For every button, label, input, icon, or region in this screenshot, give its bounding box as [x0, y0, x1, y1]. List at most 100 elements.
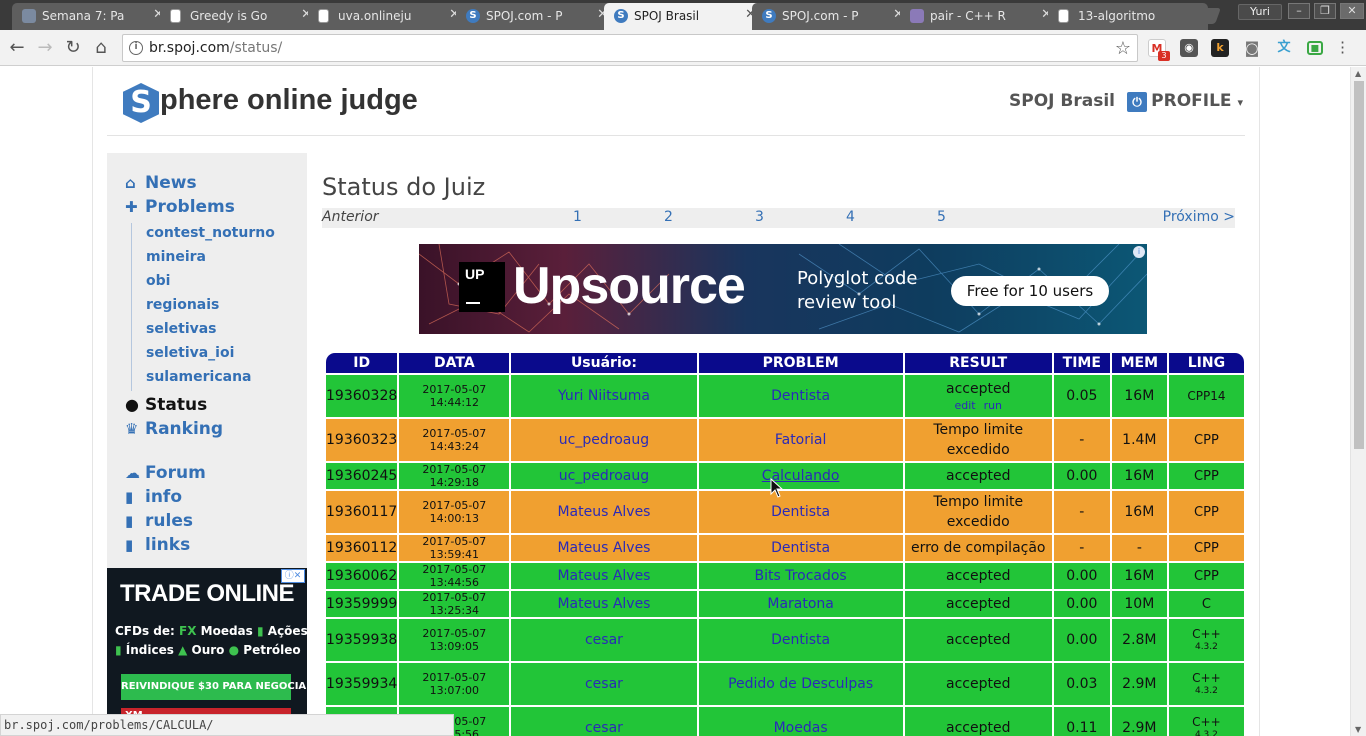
pager-page-5[interactable]: 5 — [937, 209, 946, 225]
submission-id[interactable]: 19360328 — [326, 375, 398, 417]
tv-extension-icon[interactable]: ▪ — [1307, 41, 1323, 55]
time-cell[interactable]: 0.00 — [1053, 591, 1110, 617]
submission-id[interactable]: 19359938 — [326, 619, 398, 661]
info-icon[interactable]: i — [129, 41, 143, 55]
problem-link[interactable]: Fatorial — [775, 432, 827, 448]
scroll-up-icon[interactable]: ▲ — [1355, 69, 1361, 78]
url-text[interactable]: br.spoj.com/status/ — [149, 40, 282, 56]
restore-button[interactable]: ❐ — [1314, 3, 1336, 19]
pager-page-2[interactable]: 2 — [664, 209, 673, 225]
user-link[interactable]: cesar — [585, 676, 623, 692]
adchoices-icon[interactable]: i — [1133, 246, 1145, 258]
browser-menu-icon[interactable]: · · · — [1340, 35, 1350, 61]
user-link[interactable]: Mateus Alves — [557, 540, 650, 556]
submission-id[interactable]: 19359999 — [326, 591, 398, 617]
submission-id[interactable]: 19360245 — [326, 463, 398, 489]
problem-link[interactable]: Dentista — [771, 504, 830, 520]
upsource-banner-ad[interactable]: UP Upsource Polyglot code review tool Fr… — [419, 244, 1147, 334]
problem-link[interactable]: Dentista — [771, 540, 830, 556]
profile-chip[interactable]: Yuri — [1238, 4, 1282, 20]
pager-page-4[interactable]: 4 — [846, 209, 855, 225]
browser-tab[interactable]: Semana 7: Pa ✕ — [12, 3, 172, 30]
memory-cell: 2.9M — [1111, 663, 1167, 705]
browser-tab[interactable]: uva.onlineju ✕ — [308, 3, 468, 30]
pager-next[interactable]: Próximo > — [1163, 209, 1235, 225]
sidebar-item-status[interactable]: ● Status — [125, 395, 207, 417]
close-window-button[interactable]: ✕ — [1340, 3, 1364, 19]
pager-page-3[interactable]: 3 — [755, 209, 764, 225]
time-cell[interactable]: 0.05 — [1053, 375, 1110, 417]
address-bar[interactable]: i br.spoj.com/status/ ☆ — [122, 34, 1138, 62]
memory-cell: - — [1111, 535, 1167, 561]
user-link[interactable]: cesar — [585, 632, 623, 648]
sidebar-item-problems[interactable]: ✚ Problems — [125, 197, 235, 219]
sidebar-item-seletivas[interactable]: seletivas — [132, 319, 281, 343]
browser-tab[interactable]: 13-algoritmo✕ — [1048, 3, 1208, 30]
user-link[interactable]: Mateus Alves — [557, 596, 650, 612]
pagination: Anterior 1 2 3 4 5 Próximo > — [322, 208, 1235, 228]
time-cell[interactable]: 0.00 — [1053, 463, 1110, 489]
problem-link[interactable]: Bits Trocados — [754, 568, 846, 584]
sidebar-item-seletiva_ioi[interactable]: seletiva_ioi — [132, 343, 281, 367]
browser-tab[interactable]: Greedy is Go ✕ — [160, 3, 320, 30]
tab-title: Semana 7: Pa — [42, 9, 125, 23]
reload-icon[interactable]: ↻ — [62, 37, 84, 59]
sidebar-item-sulamericana[interactable]: sulamericana — [132, 367, 281, 391]
sidebar-item-contest_noturno[interactable]: contest_noturno — [132, 223, 281, 247]
problem-link[interactable]: Maratona — [767, 596, 834, 612]
language-version: 4.3.2 — [1194, 730, 1218, 736]
browser-tab[interactable]: S SPOJ.com - P ✕ — [456, 3, 616, 30]
user-link[interactable]: Yuri Niitsuma — [558, 388, 650, 404]
banner-cta-button[interactable]: Free for 10 users — [951, 276, 1109, 306]
time-cell[interactable]: 0.11 — [1053, 707, 1110, 736]
submission-id[interactable]: 19360062 — [326, 563, 398, 589]
time-cell[interactable]: 0.00 — [1053, 563, 1110, 589]
user-cell: Yuri Niitsuma — [511, 375, 697, 417]
lastpass-extension-icon[interactable]: ◉ — [1180, 39, 1198, 57]
result-run-link[interactable]: run — [984, 399, 1002, 412]
user-link[interactable]: uc_pedroaug — [559, 432, 649, 448]
side-advertisement[interactable]: ⓘ✕ TRADE ONLINE CFDs de: FX Moedas ▮ Açõ… — [107, 568, 307, 736]
sidebar-item-rules[interactable]: ▮ rules — [125, 511, 193, 533]
problem-link[interactable]: Moedas — [774, 720, 828, 736]
scroll-down-icon[interactable]: ▼ — [1355, 725, 1361, 734]
language-name: CPP — [1194, 432, 1219, 448]
user-link[interactable]: uc_pedroaug — [559, 468, 649, 484]
bookmark-star-icon[interactable]: ☆ — [1115, 38, 1131, 59]
sidebar-item-info[interactable]: ▮ info — [125, 487, 182, 509]
time-cell[interactable]: 0.00 — [1053, 619, 1110, 661]
sidebar-item-forum[interactable]: ☁ Forum — [125, 463, 206, 485]
user-link[interactable]: Mateus Alves — [557, 568, 650, 584]
submission-id: 19360112 — [326, 535, 398, 561]
sidebar-item-ranking[interactable]: ♛ Ranking — [125, 419, 223, 441]
new-tab-button[interactable] — [1183, 8, 1221, 24]
scrollbar-thumb[interactable] — [1354, 81, 1364, 449]
link-status-bar: br.spoj.com/problems/CALCULA/ — [0, 714, 454, 736]
minimize-button[interactable]: – — [1288, 3, 1310, 19]
forward-icon[interactable]: → — [34, 37, 56, 59]
page-scrollbar[interactable]: ▲ ▼ — [1350, 67, 1366, 736]
problem-link[interactable]: Pedido de Desculpas — [728, 676, 873, 692]
pager-page-1[interactable]: 1 — [573, 209, 582, 225]
result-edit-link[interactable]: edit — [954, 399, 975, 412]
problem-link[interactable]: Dentista — [771, 388, 830, 404]
ad-cta-button[interactable]: REIVINDIQUE $30 PARA NEGOCIAR* — [121, 674, 307, 700]
translate-extension-icon[interactable]: 文 — [1275, 39, 1293, 57]
camera-extension-icon[interactable]: ◙ — [1243, 39, 1261, 57]
problem-link[interactable]: Dentista — [771, 632, 830, 648]
browser-tab[interactable]: S SPOJ Brasil ✕ — [604, 3, 764, 30]
submission-id[interactable]: 19359934 — [326, 663, 398, 705]
back-icon[interactable]: ← — [6, 37, 28, 59]
user-link[interactable]: Mateus Alves — [557, 504, 650, 520]
sidebar-item-news[interactable]: ⌂ News — [125, 173, 197, 195]
user-link[interactable]: cesar — [585, 720, 623, 736]
browser-tab[interactable]: pair - C++ R ✕ — [900, 3, 1060, 30]
k-extension-icon[interactable]: k — [1211, 39, 1229, 57]
time-cell[interactable]: 0.03 — [1053, 663, 1110, 705]
sidebar-item-obi[interactable]: obi — [132, 271, 281, 295]
sidebar-item-links[interactable]: ▮ links — [125, 535, 190, 557]
sidebar-item-mineira[interactable]: mineira — [132, 247, 281, 271]
home-icon[interactable]: ⌂ — [90, 37, 112, 59]
browser-tab[interactable]: S SPOJ.com - P ✕ — [752, 3, 912, 30]
sidebar-item-regionais[interactable]: regionais — [132, 295, 281, 319]
